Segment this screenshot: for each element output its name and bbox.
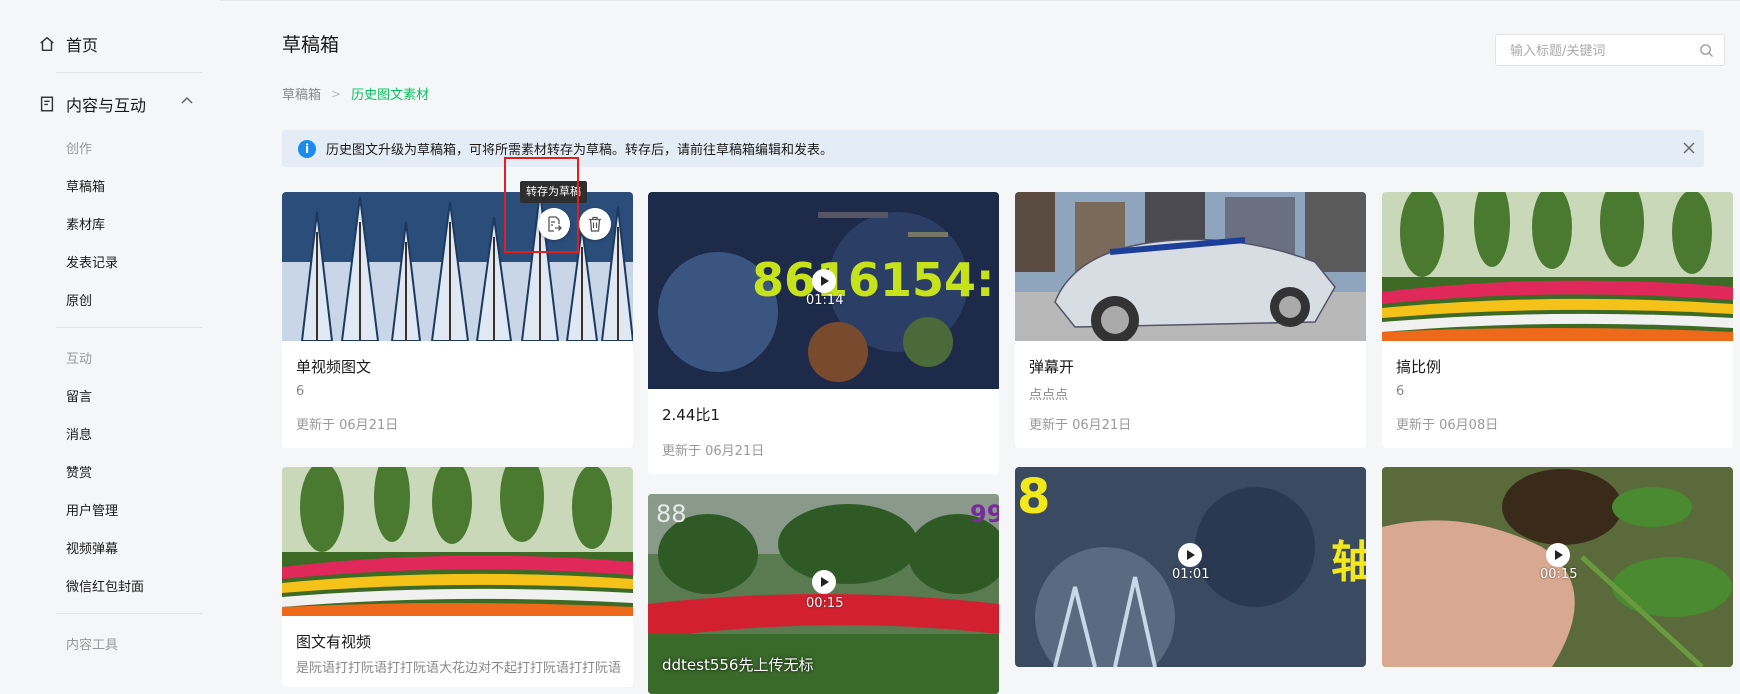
video-duration: 00:15 (1540, 567, 1578, 582)
sidebar-item-user-management[interactable]: 用户管理 (66, 500, 118, 519)
page-title: 草稿箱 (282, 34, 340, 56)
delete-button[interactable] (579, 208, 611, 240)
sidebar-item-red-packet-cover[interactable]: 微信红包封面 (66, 576, 144, 595)
chevron-right-icon: > (331, 86, 342, 101)
nav-home[interactable]: 首页 (38, 32, 98, 56)
breadcrumb-current: 历史图文素材 (351, 88, 430, 103)
video-duration: 00:15 (806, 596, 844, 611)
card-description: 点点点 (1029, 388, 1069, 403)
breadcrumb: 草稿箱 > 历史图文素材 (282, 84, 430, 104)
save-as-draft-tooltip: 转存为草稿 (520, 181, 587, 203)
video-overlay-right: 99 (970, 500, 999, 528)
thumbnail-game-video: 8 轴 01:01 (1015, 467, 1366, 667)
sidebar-item-drafts[interactable]: 草稿箱 (66, 176, 105, 195)
breadcrumb-root[interactable]: 草稿箱 (282, 84, 321, 103)
video-overlay-number: 8616154:16 (752, 253, 999, 307)
card-date: 更新于 06月21日 (662, 444, 765, 459)
search-box[interactable] (1495, 34, 1725, 67)
thumbnail-snow-forest (282, 192, 633, 341)
divider (56, 613, 202, 614)
card-description: 6 (1396, 384, 1405, 399)
divider (56, 327, 202, 328)
card-title: 2.44比1 (662, 406, 720, 424)
sidebar-item-video-danmaku[interactable]: 视频弹幕 (66, 538, 118, 557)
thumbnail-sunflower-video: 00:15 (1382, 467, 1733, 667)
thumbnail-tulip-field (1382, 192, 1733, 341)
draft-card[interactable]: 8616154:16 01:14 2.44比1 更新于 06月21日 (648, 192, 999, 474)
top-border (0, 0, 1740, 1)
video-overlay-right: 轴 (1331, 537, 1366, 588)
nav-home-label: 首页 (66, 36, 99, 55)
card-description: 是阮语打打阮语打打阮语大花边对不起打打阮语打打阮语 (296, 661, 622, 676)
thumbnail-game-video: 8616154:16 01:14 (648, 192, 999, 389)
sidebar-item-comments[interactable]: 留言 (66, 386, 92, 405)
thumbnail-garden-video: 88 99 00:15 ddtest556先上传无标 (648, 494, 999, 694)
save-draft-icon (548, 216, 562, 232)
nav-content-interaction[interactable]: 内容与互动 (38, 92, 198, 116)
card-title: 搞比例 (1396, 358, 1442, 376)
play-icon[interactable] (1178, 543, 1202, 567)
draft-card[interactable]: 图文有视频 是阮语打打阮语打打阮语大花边对不起打打阮语打打阮语 (282, 467, 633, 687)
info-banner: i 历史图文升级为草稿箱，可将所需素材转存为草稿。转存后，请前往草稿箱编辑和发表… (282, 130, 1704, 167)
thumbnail-car (1015, 192, 1366, 341)
group-label-create: 创作 (66, 142, 93, 157)
play-icon[interactable] (1546, 543, 1570, 567)
sidebar-item-material-library[interactable]: 素材库 (66, 214, 105, 233)
nav-content-label: 内容与互动 (66, 96, 147, 115)
video-overlay-left: 8 (1017, 469, 1050, 525)
play-icon[interactable] (812, 570, 836, 594)
group-label-interact: 互动 (66, 352, 93, 367)
thumbnail-tulip-field (282, 467, 633, 616)
card-date: 更新于 06月08日 (1396, 418, 1499, 433)
card-title: 图文有视频 (296, 633, 372, 651)
sidebar-item-rewards[interactable]: 赞赏 (66, 462, 92, 481)
document-icon (40, 96, 54, 112)
video-duration: 01:01 (1172, 567, 1210, 582)
card-description: 6 (296, 384, 305, 399)
info-banner-text: 历史图文升级为草稿箱，可将所需素材转存为草稿。转存后，请前往草稿箱编辑和发表。 (326, 143, 834, 158)
video-duration: 01:14 (806, 293, 844, 308)
draft-card[interactable]: 搞比例 6 更新于 06月08日 (1382, 192, 1733, 448)
draft-card[interactable]: 8 轴 01:01 (1015, 467, 1366, 667)
trash-icon (589, 216, 601, 232)
draft-card[interactable]: 88 99 00:15 ddtest556先上传无标 (648, 494, 999, 694)
search-icon[interactable] (1699, 43, 1714, 58)
draft-card[interactable]: 弹幕开 点点点 更新于 06月21日 (1015, 192, 1366, 448)
sidebar-item-original[interactable]: 原创 (66, 290, 92, 309)
card-date: 更新于 06月21日 (1029, 418, 1132, 433)
search-input[interactable] (1496, 35, 1702, 67)
card-title: 单视频图文 (296, 358, 372, 376)
group-label-tools: 内容工具 (66, 638, 119, 653)
draft-card[interactable]: 单视频图文 6 更新于 06月21日 (282, 192, 633, 448)
draft-card[interactable]: 00:15 (1382, 467, 1733, 667)
card-title: 弹幕开 (1029, 358, 1075, 376)
info-icon: i (298, 139, 316, 158)
chevron-up-icon[interactable] (180, 94, 194, 108)
video-overlay-left: 88 (656, 500, 687, 528)
sidebar-item-messages[interactable]: 消息 (66, 424, 92, 443)
home-icon (40, 36, 54, 52)
close-icon[interactable] (1680, 139, 1698, 157)
save-as-draft-button[interactable] (538, 208, 570, 240)
sidebar: 首页 内容与互动 创作 草稿箱 素材库 发表记录 原创 互动 留言 消息 赞赏 … (0, 0, 220, 665)
sidebar-item-publish-records[interactable]: 发表记录 (66, 252, 118, 271)
card-date: 更新于 06月21日 (296, 418, 399, 433)
play-icon[interactable] (812, 269, 836, 293)
divider (56, 72, 202, 73)
